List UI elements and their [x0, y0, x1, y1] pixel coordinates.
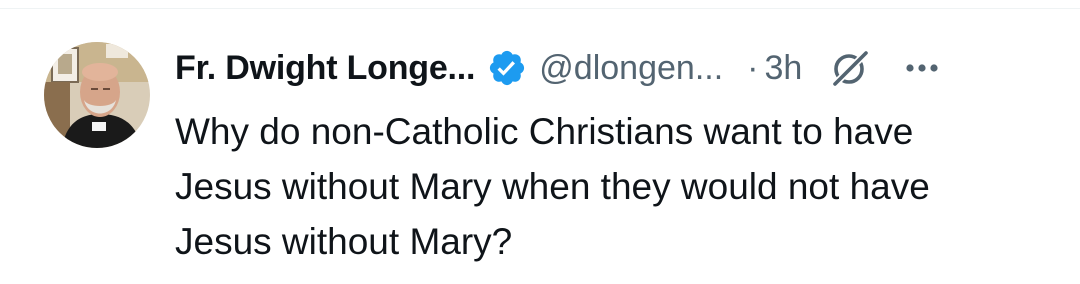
avatar[interactable]	[44, 42, 150, 148]
timestamp[interactable]: 3h	[765, 49, 803, 88]
separator-dot: ·	[747, 48, 759, 87]
author-handle[interactable]: @dlongen...	[539, 49, 723, 88]
divider	[0, 8, 1080, 9]
avatar-photo	[44, 42, 150, 148]
tweet-card[interactable]: Fr. Dwight Longe... @dlongen... · 3h Why…	[0, 0, 1080, 284]
verified-badge-icon	[487, 48, 527, 88]
grok-icon[interactable]	[828, 46, 872, 90]
tweet-text: Why do non-Catholic Christians want to h…	[175, 111, 930, 262]
more-options-icon[interactable]	[900, 46, 944, 90]
tweet-header: Fr. Dwight Longe... @dlongen... · 3h	[175, 40, 1055, 96]
author-display-name[interactable]: Fr. Dwight Longe...	[175, 49, 475, 88]
